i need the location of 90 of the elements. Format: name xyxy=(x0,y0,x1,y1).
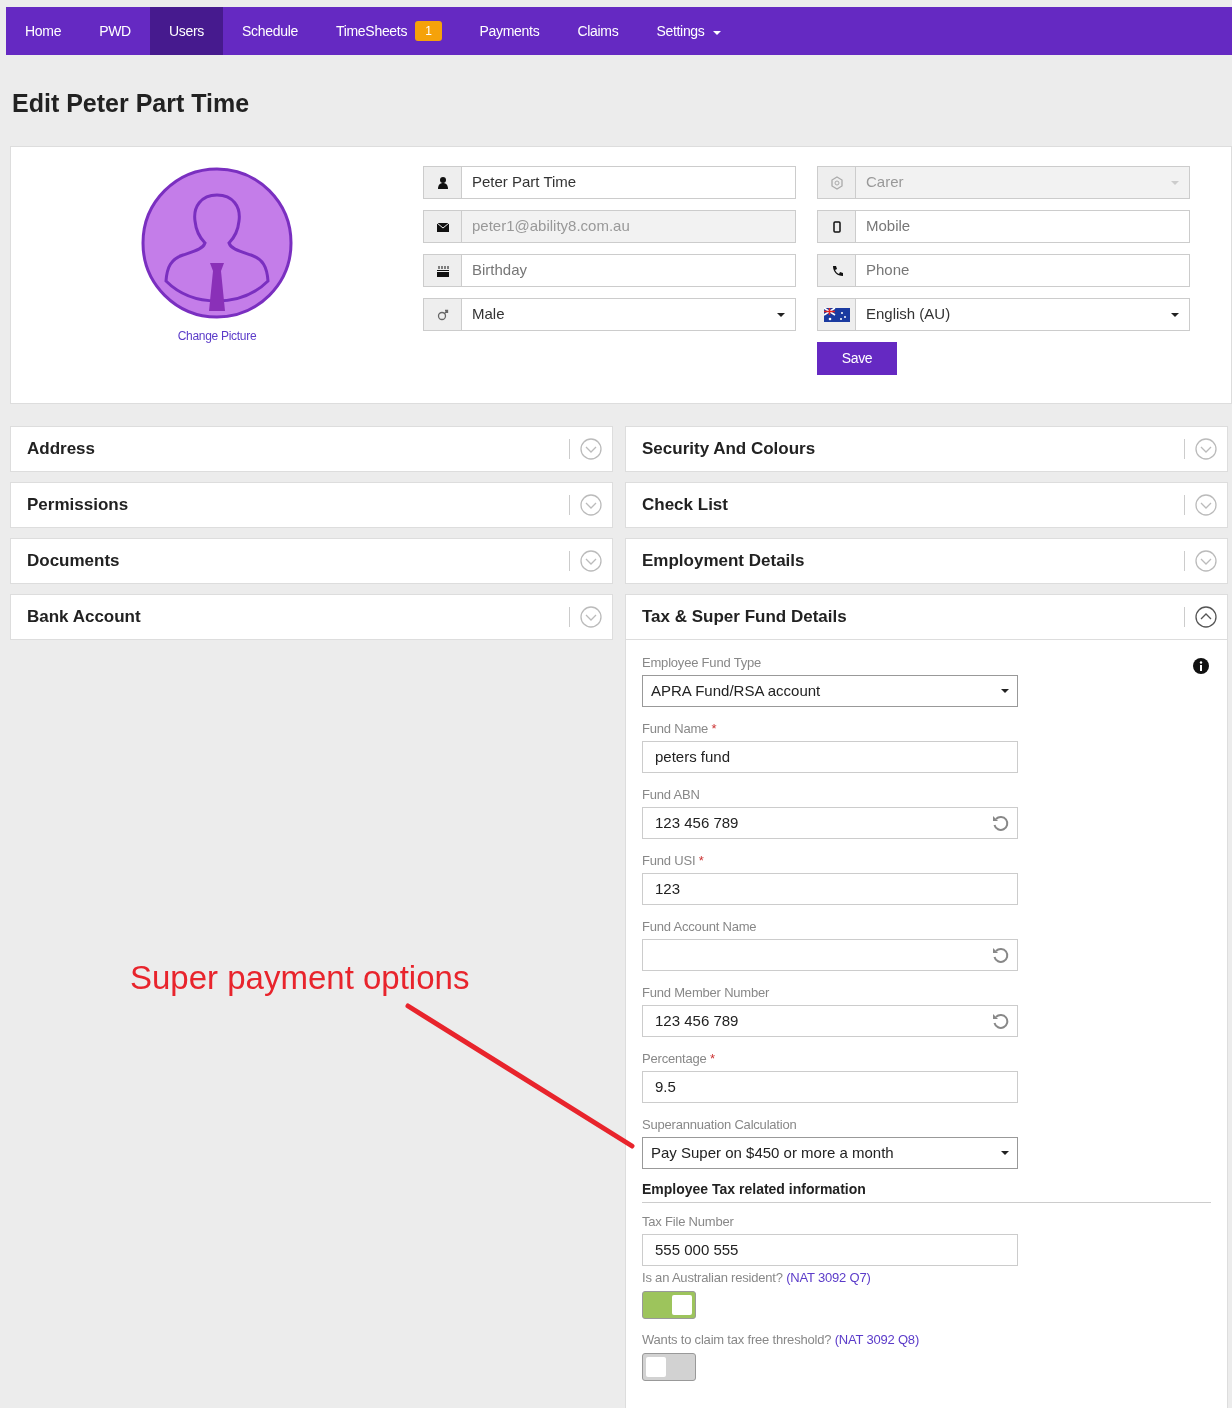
select-value: Pay Super on $450 or more a month xyxy=(651,1142,894,1163)
nav-link[interactable]: Schedule xyxy=(223,7,317,55)
caret-icon xyxy=(1171,312,1179,317)
reference-link[interactable]: (NAT 3092 Q8) xyxy=(834,1332,920,1347)
select-field[interactable]: English (AU) xyxy=(817,298,1190,331)
toggle-switch[interactable] xyxy=(642,1291,696,1319)
annotation-text: Super payment options xyxy=(130,961,470,994)
nav-link[interactable]: Claims xyxy=(558,7,638,55)
section-heading: Employee Tax related information xyxy=(642,1179,1211,1203)
field-label: Fund Name xyxy=(642,721,709,736)
panel-header[interactable]: Permissions xyxy=(10,482,613,528)
input-field[interactable]: Peter Part Time xyxy=(462,167,795,198)
input-group[interactable]: Phone xyxy=(817,254,1190,287)
info-icon xyxy=(1193,658,1209,674)
reference-link[interactable]: (NAT 3092 Q7) xyxy=(786,1270,871,1285)
input-field[interactable]: 123 456 789 xyxy=(642,807,1018,839)
change-picture-link[interactable]: Change Picture xyxy=(177,327,257,345)
field-label: Fund ABN xyxy=(642,787,700,802)
input-group[interactable]: Mobile xyxy=(817,210,1190,243)
panel-header[interactable]: Tax & Super Fund Details xyxy=(625,594,1228,640)
gender-icon xyxy=(435,307,450,322)
field-label: Percentage xyxy=(642,1051,707,1066)
panel-title: Address xyxy=(27,438,97,461)
input-field[interactable]: Phone xyxy=(856,255,1189,286)
nav-link[interactable]: TimeSheets 1 xyxy=(316,7,461,55)
caret-icon xyxy=(1001,1151,1009,1155)
field-value: peters fund xyxy=(655,746,731,767)
select-value: APRA Fund/RSA account xyxy=(651,680,821,701)
toggle-label: Wants to claim tax free threshold? xyxy=(642,1332,833,1347)
input-field[interactable]: 123 456 789 xyxy=(642,1005,1018,1037)
panel-title: Employment Details xyxy=(642,550,806,573)
nav-link[interactable]: Payments xyxy=(460,7,559,55)
panel-header[interactable]: Employment Details xyxy=(625,538,1228,584)
input-field[interactable]: peters fund xyxy=(642,741,1018,773)
input-group[interactable]: Peter Part Time xyxy=(423,166,796,199)
input-field[interactable]: 555 000 555 xyxy=(642,1234,1018,1266)
panel-title: Documents xyxy=(27,550,121,573)
nav-link[interactable]: Settings xyxy=(637,7,740,55)
input-group[interactable]: Birthday xyxy=(423,254,796,287)
required-mark: * xyxy=(710,721,717,736)
field-label: Superannuation Calculation xyxy=(642,1117,797,1132)
nav-link[interactable]: Users xyxy=(149,7,223,55)
input-field[interactable]: Birthday xyxy=(462,255,795,286)
caret-icon xyxy=(1001,689,1009,693)
panel-header[interactable]: Bank Account xyxy=(10,594,613,640)
panel-title: Security And Colours xyxy=(642,438,817,461)
badge-icon xyxy=(829,175,844,190)
input-field[interactable]: Mobile xyxy=(856,211,1189,242)
field-value: 123 456 789 xyxy=(655,812,739,833)
page-title: Edit Peter Part Time xyxy=(12,91,251,116)
field-value: 555 000 555 xyxy=(655,1239,739,1260)
panel-title: Check List xyxy=(642,494,729,517)
field-value: 9.5 xyxy=(655,1076,676,1097)
panel-header[interactable]: Check List xyxy=(625,482,1228,528)
input-field[interactable] xyxy=(642,939,1018,971)
field-value: 123 xyxy=(655,878,681,899)
field-label: Employee Fund Type xyxy=(642,655,761,670)
flag-icon xyxy=(823,306,850,323)
field-label: Fund Account Name xyxy=(642,919,757,934)
select-value: Male xyxy=(472,304,505,325)
select-value: Carer xyxy=(866,172,904,193)
select-value: English (AU) xyxy=(866,304,951,325)
cake-icon xyxy=(435,263,450,278)
field-label: Fund Member Number xyxy=(642,985,770,1000)
nav-link[interactable]: Home xyxy=(6,7,81,55)
select-field[interactable]: Pay Super on $450 or more a month xyxy=(642,1137,1018,1169)
person-icon xyxy=(435,175,450,190)
toggle-switch[interactable] xyxy=(642,1353,696,1381)
caret-icon xyxy=(1171,180,1179,185)
select-field[interactable]: APRA Fund/RSA account xyxy=(642,675,1018,707)
save-button[interactable]: Save xyxy=(817,342,897,375)
input-field[interactable]: 123 xyxy=(642,873,1018,905)
panel-title: Permissions xyxy=(27,494,130,517)
nav-link[interactable]: PWD xyxy=(80,7,150,55)
required-mark: * xyxy=(697,853,704,868)
select-field[interactable]: Male xyxy=(423,298,796,331)
field-value: 123 456 789 xyxy=(655,1010,739,1031)
avatar-icon xyxy=(141,167,293,319)
input-field[interactable]: 9.5 xyxy=(642,1071,1018,1103)
caret-icon xyxy=(777,312,785,317)
panel-header[interactable]: Address xyxy=(10,426,613,472)
count-badge: 1 xyxy=(415,21,442,41)
required-mark: * xyxy=(708,1051,715,1066)
panel-header[interactable]: Documents xyxy=(10,538,613,584)
field-label: Tax File Number xyxy=(642,1214,734,1229)
panel-title: Bank Account xyxy=(27,606,142,629)
panel-header[interactable]: Security And Colours xyxy=(625,426,1228,472)
toggle-label: Is an Australian resident? xyxy=(642,1270,784,1285)
field-label: Fund USI xyxy=(642,853,696,868)
panel-title: Tax & Super Fund Details xyxy=(642,606,848,629)
